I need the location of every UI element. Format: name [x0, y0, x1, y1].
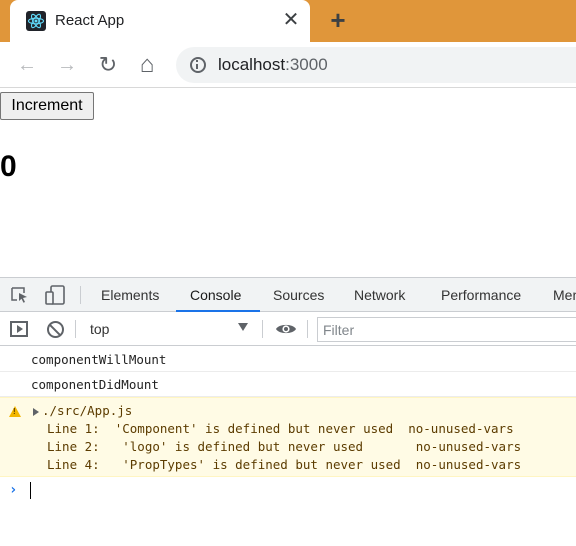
- context-value: top: [90, 321, 110, 337]
- address-bar[interactable]: localhost:3000: [176, 47, 576, 83]
- url-text: localhost:3000: [218, 55, 328, 75]
- tab-performance[interactable]: Performance: [441, 287, 521, 303]
- home-icon[interactable]: ⌂: [134, 52, 160, 78]
- back-arrow-icon[interactable]: ←: [14, 52, 40, 78]
- react-logo-icon: [26, 11, 46, 31]
- expand-arrow-icon[interactable]: [33, 408, 39, 416]
- console-prompt[interactable]: ›: [0, 477, 576, 507]
- browser-tab-strip: React App ✕ +: [0, 0, 576, 42]
- toolbar-divider: [80, 286, 81, 304]
- tab-network[interactable]: Network: [354, 287, 405, 303]
- console-log-row: componentWillMount: [0, 347, 576, 372]
- toolbar-divider: [262, 320, 263, 338]
- active-tab-indicator: [176, 310, 260, 312]
- clear-console-icon[interactable]: [47, 321, 64, 338]
- log-message: componentWillMount: [31, 352, 167, 367]
- devtools-panel: Elements Console Sources Network Perform…: [0, 277, 576, 546]
- increment-button[interactable]: Increment: [0, 92, 94, 120]
- browser-tab[interactable]: React App ✕: [10, 0, 310, 42]
- console-log-row: componentDidMount: [0, 372, 576, 397]
- eye-icon[interactable]: [275, 322, 297, 336]
- inspect-element-icon[interactable]: [11, 287, 29, 303]
- tab-console[interactable]: Console: [190, 287, 241, 303]
- context-selector[interactable]: top: [86, 317, 254, 341]
- warning-icon: [9, 406, 21, 417]
- toolbar-divider: [75, 320, 76, 338]
- warning-line: Line 4: 'PropTypes' is defined but never…: [47, 457, 522, 472]
- info-icon[interactable]: [190, 57, 206, 73]
- dropdown-arrow-icon: [238, 323, 248, 331]
- browser-toolbar: ← → ↻ ⌂ localhost:3000: [0, 42, 576, 88]
- console-output: componentWillMount componentDidMount ./s…: [0, 347, 576, 507]
- console-sidebar-icon[interactable]: [10, 321, 28, 337]
- url-port: :3000: [285, 55, 328, 74]
- console-filter-input[interactable]: [317, 317, 576, 342]
- text-caret: [30, 482, 31, 499]
- tab-elements[interactable]: Elements: [101, 287, 159, 303]
- forward-arrow-icon[interactable]: →: [54, 52, 80, 78]
- close-icon[interactable]: ✕: [280, 9, 302, 31]
- toolbar-divider: [307, 320, 308, 338]
- devtools-tab-bar: Elements Console Sources Network Perform…: [0, 278, 576, 312]
- prompt-chevron-icon: ›: [9, 482, 18, 498]
- console-toolbar: top: [0, 313, 576, 346]
- tab-memory[interactable]: Mem: [553, 287, 576, 303]
- counter-value: 0: [0, 150, 17, 183]
- log-message: componentDidMount: [31, 377, 159, 392]
- warning-line: Line 2: 'logo' is defined but never used…: [47, 439, 522, 454]
- tab-sources[interactable]: Sources: [273, 287, 324, 303]
- device-toolbar-icon[interactable]: [44, 285, 66, 305]
- new-tab-icon[interactable]: +: [326, 7, 350, 33]
- url-host: localhost: [218, 55, 286, 74]
- reload-icon[interactable]: ↻: [95, 52, 121, 78]
- console-warning: ./src/App.js Line 1: 'Component' is defi…: [0, 397, 576, 477]
- warning-line: Line 1: 'Component' is defined but never…: [47, 421, 514, 436]
- warning-file-link[interactable]: ./src/App.js: [42, 403, 132, 418]
- tab-title: React App: [55, 12, 125, 29]
